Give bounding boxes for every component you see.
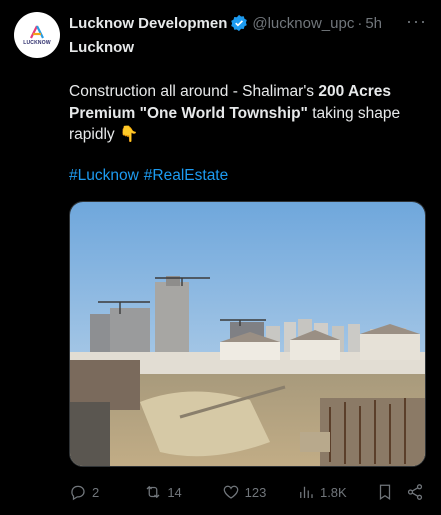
bookmark-button[interactable] <box>376 483 406 501</box>
tweet-actions: 2 14 123 1.8K <box>69 483 429 501</box>
lucknow-logo-icon <box>30 25 44 38</box>
tweet-text-part-1: Construction all around - Shalimar's <box>69 83 319 100</box>
hashtag-lucknow[interactable]: #Lucknow <box>69 167 139 184</box>
author-name[interactable]: Lucknow Developmen <box>69 15 227 32</box>
heart-icon <box>223 485 238 499</box>
reply-button[interactable]: 2 <box>69 483 144 501</box>
like-count: 123 <box>244 484 267 500</box>
tweet-header: Lucknow Developmen @lucknow_upc · 5h <box>69 14 382 32</box>
hashtags: #Lucknow #RealEstate <box>69 167 233 185</box>
tweet-text: Construction all around - Shalimar's 200… <box>69 81 419 146</box>
reply-icon <box>71 485 85 501</box>
views-chart-icon <box>300 486 313 498</box>
pointing-down-emoji: 👇 <box>118 126 139 143</box>
share-icon <box>407 484 423 500</box>
tweet-image[interactable] <box>69 201 426 467</box>
avatar-text: LUCKNOW <box>23 39 51 46</box>
retweet-icon <box>146 485 160 499</box>
retweet-button[interactable]: 14 <box>144 483 221 501</box>
more-options-icon[interactable]: ··· <box>406 11 427 32</box>
avatar[interactable]: LUCKNOW <box>14 12 60 58</box>
retweet-count: 14 <box>167 484 182 500</box>
community-label[interactable]: Lucknow <box>69 39 134 56</box>
timestamp[interactable]: 5h <box>365 15 382 32</box>
bookmark-icon <box>380 484 391 500</box>
views-count: 1.8K <box>319 484 347 500</box>
separator-dot: · <box>357 14 363 32</box>
like-button[interactable]: 123 <box>222 483 297 501</box>
hashtag-realestate[interactable]: #RealEstate <box>144 167 228 184</box>
author-handle[interactable]: @lucknow_upc <box>252 15 354 32</box>
construction-photo <box>70 202 425 466</box>
reply-count: 2 <box>92 484 100 500</box>
share-button[interactable] <box>406 483 429 501</box>
verified-badge-icon <box>231 14 248 32</box>
views-button[interactable]: 1.8K <box>297 483 376 501</box>
